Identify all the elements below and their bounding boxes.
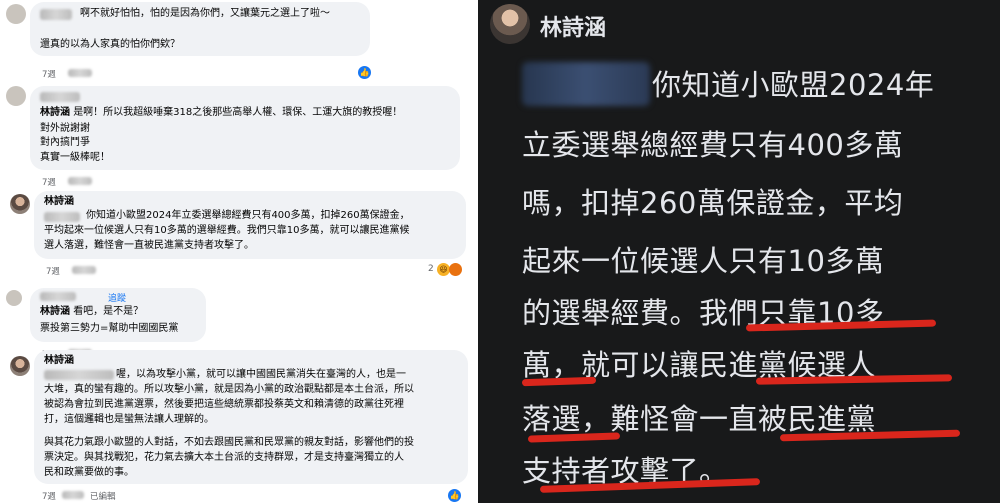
commenter-avatar[interactable] (10, 194, 30, 214)
commenter-avatar[interactable] (6, 86, 26, 106)
redacted-action (62, 491, 84, 499)
redacted-action (72, 266, 96, 274)
comment-text: 喔，以為攻擊小黨，就可以讓中國國民黨消失在臺灣的人，也是一 (116, 369, 406, 380)
edited-label: 已編輯 (90, 492, 116, 502)
redacted-name (522, 62, 650, 106)
comment-text: 被認為會拉到民進黨選票，然後要把這些總統票都投蔡英文和賴清德的政黨往死裡 (44, 399, 404, 410)
reaction-count[interactable]: 2 (428, 264, 434, 274)
comment-text: 看吧，是不是？ (73, 306, 144, 317)
comment-text: 平均起來一位候選人只有10多萬的選舉經費。我們只靠10多萬，就可以讓民進黨候 (44, 225, 410, 236)
commenter-name[interactable]: 林詩涵 (40, 107, 70, 118)
comment-text: 是啊！所以我超級唾棄318之後那些高舉人權、環保、工運大旗的教授喔！ (73, 107, 403, 118)
zoom-text-line: 落選，難怪會一直被民進黨 (522, 402, 877, 436)
comment-text: 還真的以為人家真的怕你們欸？ (40, 39, 180, 50)
commenter-avatar[interactable] (10, 356, 30, 376)
commenter-avatar[interactable] (6, 4, 26, 24)
comment-time[interactable]: 7週 (42, 68, 56, 80)
comment-time[interactable]: 7週 (42, 176, 56, 188)
comment-text: 與其花力氣跟小歐盟的人對話，不如去跟國民黨和民眾黨的親友對話，影響他們的投 (44, 437, 414, 448)
comment-text: 票投第三勢力=幫助中國國民黨 (40, 323, 179, 334)
comment-text: 民和政黨要做的事。 (44, 467, 134, 478)
redacted-name (40, 292, 76, 301)
zoomed-avatar[interactable] (490, 4, 530, 44)
zoomed-commenter-name[interactable]: 林詩涵 (540, 10, 606, 42)
zoom-text-line: 你知道小歐盟2024年 (652, 68, 935, 102)
redacted-name (44, 212, 80, 222)
comment-text: 選人落選，難怪會一直被民進黨支持者攻擊了。 (44, 240, 254, 251)
commenter-name[interactable]: 林詩涵 (44, 195, 74, 209)
comment-text: 打，這個邏輯也是蠻無法讓人理解的。 (44, 414, 214, 425)
comment-text: 大堆，真的蠻有趣的。所以攻擊小黨，就是因為小黨的政治觀點都是本土台派，所以 (44, 384, 414, 395)
comment-text: 票決定。與其找戰犯，花力氣去擴大本土台派的支持群眾，才是支持臺灣獨立的人 (44, 452, 404, 463)
zoom-text-line: 起來一位候選人只有10多萬 (522, 244, 885, 278)
comment-time[interactable]: 7週 (46, 265, 60, 277)
comment-thread-panel: 啊不就好怕怕，怕的是因為你們，又讓葉元之選上了啦～ 還真的以為人家真的怕你們欸？… (0, 0, 478, 503)
redacted-name (44, 370, 114, 380)
commenter-name[interactable]: 林詩涵 (44, 354, 74, 368)
redacted-action (68, 69, 92, 77)
comment-text: 對內搞鬥爭 (40, 137, 90, 148)
commenter-name[interactable]: 林詩涵 (40, 306, 70, 317)
like-reaction-icon[interactable]: 👍 (448, 489, 461, 502)
comment-time[interactable]: 7週 (42, 490, 56, 502)
zoom-text-line: 立委選舉總經費只有400多萬 (522, 128, 904, 162)
redacted-action (68, 177, 92, 185)
follow-link[interactable]: 追蹤 (108, 291, 126, 304)
redacted-name (40, 92, 80, 102)
comment-text: 真實一級棒呢！ (40, 152, 110, 163)
comment-text: 對外說謝謝 (40, 123, 90, 134)
commenter-avatar[interactable] (6, 290, 22, 306)
zoom-text-line: 嗎，扣掉260萬保證金，平均 (522, 186, 904, 220)
angry-reaction-icon[interactable] (449, 263, 462, 276)
like-reaction-icon[interactable]: 👍 (358, 66, 371, 79)
comment-text: 啊不就好怕怕，怕的是因為你們，又讓葉元之選上了啦～ (80, 8, 330, 19)
comment-text: 你知道小歐盟2024年立委選舉總經費只有400多萬，扣掉260萬保證金， (86, 210, 410, 221)
redacted-name (40, 9, 72, 20)
